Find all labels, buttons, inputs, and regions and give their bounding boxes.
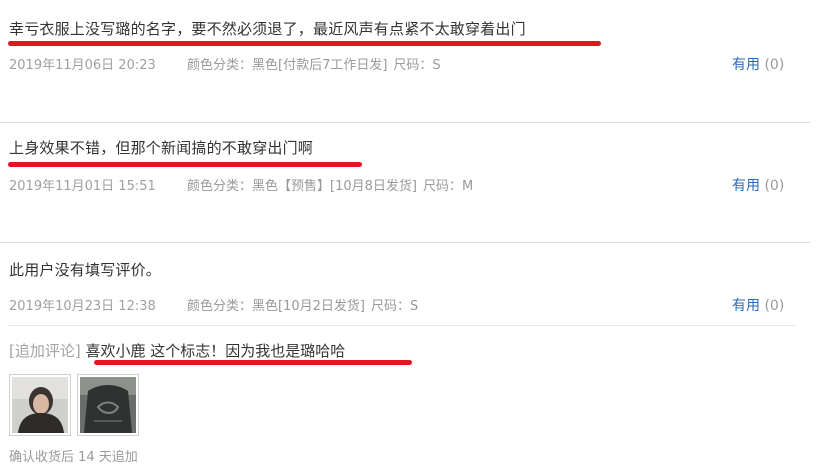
review-3-useful-label[interactable]: 有用 bbox=[732, 298, 760, 314]
review-photo-thumbnail-1[interactable] bbox=[9, 374, 71, 436]
review-2-highlight-underline bbox=[8, 162, 362, 167]
review-3-text: 此用户没有填写评价。 bbox=[9, 261, 162, 279]
review-1-size: 尺码：S bbox=[393, 58, 441, 73]
photo-garment-icon bbox=[80, 377, 136, 433]
append-comment: [追加评论] 喜欢小鹿 这个标志！因为我也是璐哈哈 bbox=[9, 340, 345, 361]
review-3-color: 颜色分类：黑色[10月2日发货] bbox=[187, 299, 365, 314]
review-1-useful-button[interactable]: 有用 (0) bbox=[732, 54, 784, 74]
review-2-date: 2019年11月01日 15:51 bbox=[9, 179, 156, 194]
review-divider bbox=[0, 242, 810, 243]
review-3-meta: 2019年10月23日 12:38 颜色分类：黑色[10月2日发货] 尺码：S bbox=[9, 295, 418, 314]
review-2-color: 颜色分类：黑色【预售】[10月8日发货] bbox=[187, 179, 417, 194]
append-divider bbox=[8, 325, 796, 326]
append-text: 喜欢小鹿 这个标志！因为我也是璐哈哈 bbox=[85, 342, 346, 360]
review-photo-thumbnail-2[interactable] bbox=[77, 374, 139, 436]
review-3-size: 尺码：S bbox=[370, 299, 419, 314]
review-2-useful-label[interactable]: 有用 bbox=[732, 178, 760, 194]
review-2-size: 尺码：M bbox=[422, 179, 474, 194]
review-3-useful-count: (0) bbox=[764, 298, 785, 314]
review-1-useful-count: (0) bbox=[764, 57, 785, 73]
review-3-useful-button[interactable]: 有用 (0) bbox=[732, 295, 784, 315]
review-1-highlight-underline bbox=[8, 41, 601, 46]
review-1-meta: 2019年11月06日 20:23 颜色分类：黑色[付款后7工作日发] 尺码：S bbox=[9, 54, 441, 73]
review-2-text: 上身效果不错，但那个新闻搞的不敢穿出门啊 bbox=[9, 139, 314, 157]
review-2-useful-count: (0) bbox=[764, 178, 785, 194]
review-1-useful-label[interactable]: 有用 bbox=[732, 57, 760, 73]
review-1-date: 2019年11月06日 20:23 bbox=[9, 58, 156, 73]
review-1-color: 颜色分类：黑色[付款后7工作日发] bbox=[187, 58, 388, 73]
review-1-text: 幸亏衣服上没写璐的名字，要不然必须退了，最近风声有点紧不太敢穿着出门 bbox=[9, 20, 526, 38]
review-2-useful-button[interactable]: 有用 (0) bbox=[732, 175, 784, 195]
append-highlight-underline bbox=[94, 360, 412, 365]
review-2-meta: 2019年11月01日 15:51 颜色分类：黑色【预售】[10月8日发货] 尺码：… bbox=[9, 175, 473, 194]
review-3-date: 2019年10月23日 12:38 bbox=[9, 299, 156, 314]
review-divider bbox=[0, 122, 810, 123]
append-time-note: 确认收货后 14 天追加 bbox=[9, 450, 138, 465]
photo-person-icon bbox=[12, 377, 68, 433]
append-tag: [追加评论] bbox=[9, 342, 81, 360]
